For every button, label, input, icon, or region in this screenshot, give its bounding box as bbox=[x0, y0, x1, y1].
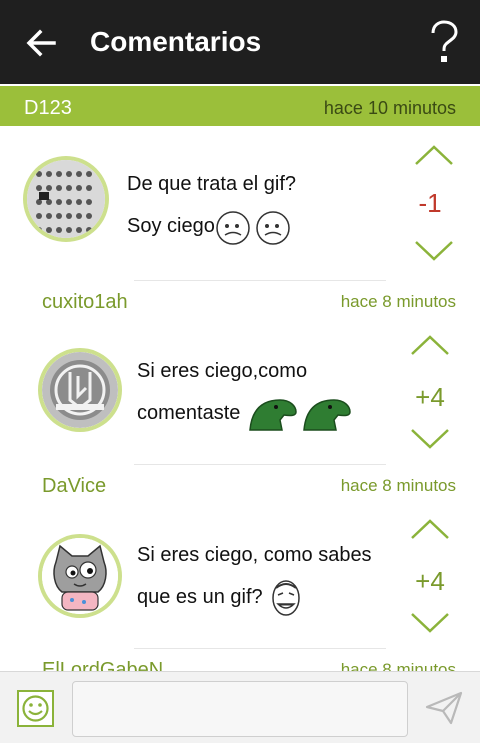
comment-divider bbox=[134, 464, 386, 465]
comment-line: Si eres ciego, como sabes bbox=[137, 544, 372, 566]
vote-score: +4 bbox=[415, 566, 445, 596]
vote-score: -1 bbox=[418, 188, 442, 218]
comment-author[interactable]: ElLordGabeN bbox=[42, 658, 163, 671]
comment-item: De que trata el gif? Soy ciego -1 bbox=[0, 126, 480, 282]
comment-timestamp: hace 8 minutos bbox=[340, 660, 456, 671]
upvote-arrow-icon[interactable] bbox=[410, 334, 450, 356]
comment-item: Si eres ciego,como comentaste +4 bbox=[0, 324, 480, 464]
downvote-arrow-icon[interactable] bbox=[410, 428, 450, 450]
avatar-band-logo-image bbox=[42, 352, 118, 428]
comment-line-text: que es un gif? bbox=[137, 586, 263, 608]
vote-control: -1 bbox=[408, 144, 468, 264]
send-paper-plane-icon[interactable] bbox=[424, 690, 464, 726]
comment-text: Si eres ciego, como sabes que es un gif? bbox=[137, 534, 372, 618]
comment-item: Si eres ciego, como sabes que es un gif?… bbox=[0, 508, 480, 648]
emoji-picker-button[interactable] bbox=[17, 690, 54, 727]
downvote-arrow-icon[interactable] bbox=[410, 612, 450, 634]
philosoraptor-icon bbox=[249, 398, 351, 431]
comment-meta: ElLordGabeN hace 8 minutos bbox=[0, 650, 480, 671]
comment-author[interactable]: DaVice bbox=[42, 474, 106, 498]
comment-timestamp: hace 8 minutos bbox=[340, 292, 456, 311]
comment-line-text: Soy ciego bbox=[127, 215, 215, 237]
vote-control: +4 bbox=[404, 334, 464, 452]
comment-input[interactable] bbox=[72, 681, 408, 737]
vote-score: +4 bbox=[415, 382, 445, 412]
avatar-cartoon-cat-image bbox=[42, 538, 118, 614]
upvote-arrow-icon[interactable] bbox=[410, 518, 450, 540]
thread-author[interactable]: D123 bbox=[24, 96, 72, 120]
comment-composer bbox=[0, 671, 480, 743]
comment-line: que es un gif? bbox=[137, 576, 372, 618]
comment-line-text: comentaste bbox=[137, 402, 241, 424]
arrow-left-icon[interactable] bbox=[24, 26, 58, 60]
comment-meta: DaVice hace 8 minutos bbox=[0, 466, 480, 506]
comment-author[interactable]: cuxito1ah bbox=[42, 290, 128, 314]
page-title: Comentarios bbox=[90, 26, 262, 57]
comment-timestamp: hace 8 minutos bbox=[340, 476, 456, 495]
comment-text: Si eres ciego,como comentaste bbox=[137, 350, 358, 434]
forever-alone-face-icon bbox=[216, 210, 290, 245]
comment-line: Soy ciego bbox=[127, 205, 296, 247]
avatar[interactable] bbox=[23, 156, 109, 242]
question-mark-icon[interactable] bbox=[426, 20, 462, 64]
comment-divider bbox=[134, 648, 386, 649]
avatar-pattern-image bbox=[27, 160, 105, 238]
smiley-icon bbox=[22, 695, 49, 722]
comment-line: Si eres ciego,como bbox=[137, 360, 308, 382]
avatar[interactable] bbox=[38, 534, 122, 618]
upvote-arrow-icon[interactable] bbox=[414, 144, 454, 166]
vote-control: +4 bbox=[404, 518, 464, 636]
comment-line: De que trata el gif? bbox=[127, 173, 296, 195]
comment-divider bbox=[134, 280, 386, 281]
comment-meta: cuxito1ah hace 8 minutos bbox=[0, 282, 480, 322]
comment-text: De que trata el gif? Soy ciego bbox=[127, 163, 296, 247]
thread-timestamp: hace 10 minutos bbox=[323, 98, 456, 118]
app-bar: Comentarios bbox=[0, 0, 480, 84]
downvote-arrow-icon[interactable] bbox=[414, 240, 454, 262]
comment-line: comentaste bbox=[137, 392, 358, 434]
yao-ming-face-icon bbox=[272, 579, 300, 616]
thread-header: D123 hace 10 minutos bbox=[0, 84, 480, 126]
avatar[interactable] bbox=[38, 348, 122, 432]
